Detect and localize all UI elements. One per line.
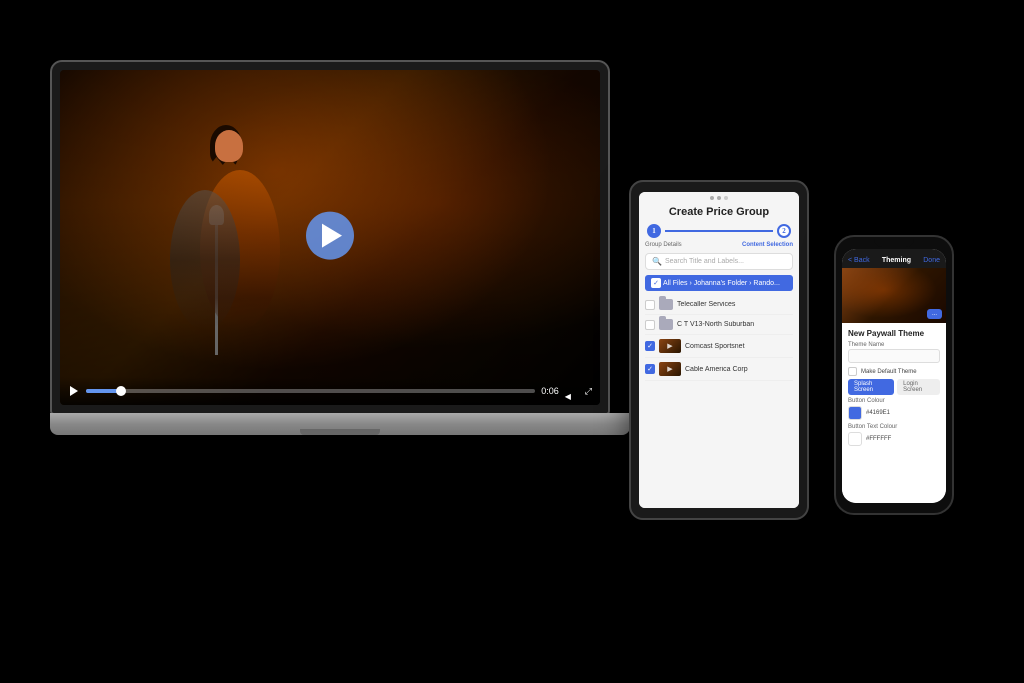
- musician-body: [170, 190, 240, 330]
- folder-icon-1: [659, 319, 673, 330]
- button-text-colour-value: #FFFFFF: [866, 436, 891, 442]
- make-default-group: Make Default Theme: [848, 367, 940, 376]
- phone-notch: [874, 237, 914, 247]
- theme-name-label: Theme Name: [848, 342, 940, 348]
- button-text-colour-label: Button Text Colour: [848, 424, 940, 430]
- done-button[interactable]: Done: [923, 257, 940, 264]
- content-search-bar[interactable]: 🔍 Search Title and Labels...: [645, 253, 793, 270]
- step-2-label: Content Selection: [742, 242, 793, 248]
- tablet-status-dots: [639, 192, 799, 202]
- progress-fill: [86, 389, 122, 393]
- laptop-screen-inner: 0:06 ⤢: [60, 70, 600, 405]
- button-colour-value: #4169E1: [866, 410, 890, 416]
- phone-video-thumbnail: ...: [842, 268, 946, 323]
- step-1-number: 1: [652, 227, 656, 235]
- laptop-device: 0:06 ⤢: [50, 60, 630, 480]
- file-thumb-2: [659, 339, 681, 353]
- step-2-circle: 2: [777, 224, 791, 238]
- laptop-video-background: 0:06 ⤢: [60, 70, 600, 405]
- file-list: Telecaller Services C T V13-North Suburb…: [639, 293, 799, 508]
- button-colour-swatch[interactable]: #4169E1: [848, 406, 940, 420]
- file-name-3: Cable America Corp: [685, 366, 793, 373]
- phone-form: New Paywall Theme Theme Name Make Defaul…: [842, 323, 946, 503]
- file-item-0[interactable]: Telecaller Services: [645, 295, 793, 315]
- button-text-colour-group: Button Text Colour #FFFFFF: [848, 424, 940, 446]
- laptop-base: [50, 413, 630, 435]
- step-2-number: 2: [782, 227, 786, 235]
- breadcrumb-checkmark: ✓: [653, 279, 659, 287]
- search-icon: 🔍: [652, 257, 662, 266]
- file-name-0: Telecaller Services: [677, 301, 793, 308]
- tablet-modal-title: Create Price Group: [639, 202, 799, 220]
- file-checkbox-3[interactable]: [645, 364, 655, 374]
- form-section-title: New Paywall Theme: [848, 329, 940, 338]
- status-dot-1: [710, 196, 714, 200]
- breadcrumb-path: All Files › Johanna's Folder › Rando...: [663, 280, 780, 287]
- play-button[interactable]: [306, 211, 354, 259]
- volume-icon[interactable]: [565, 386, 579, 396]
- file-checkbox-0[interactable]: [645, 300, 655, 310]
- button-text-colour-box[interactable]: [848, 432, 862, 446]
- folder-icon-0: [659, 299, 673, 310]
- file-checkbox-1[interactable]: [645, 320, 655, 330]
- file-item-1[interactable]: C T V13-North Suburban: [645, 315, 793, 335]
- make-default-label: Make Default Theme: [861, 369, 917, 375]
- step-connector: [665, 230, 773, 232]
- phone-screen-title: Theming: [882, 257, 911, 264]
- file-checkbox-2[interactable]: [645, 341, 655, 351]
- file-name-2: Comcast Sportsnet: [685, 343, 793, 350]
- status-dot-2: [717, 196, 721, 200]
- file-thumb-3: [659, 362, 681, 376]
- time-display: 0:06: [541, 386, 559, 396]
- tablet-screen: Create Price Group 1 2 Group Details Con…: [639, 192, 799, 508]
- back-button[interactable]: < Back: [848, 257, 870, 264]
- phone-header: < Back Theming Done: [842, 249, 946, 268]
- step-indicators: 1 2: [639, 220, 799, 242]
- main-scene: 0:06 ⤢ Create Price Group: [0, 0, 1024, 683]
- video-controls-bar: 0:06 ⤢: [60, 377, 600, 405]
- login-screen-tab[interactable]: Login Screen: [897, 379, 940, 395]
- control-play-icon[interactable]: [68, 385, 80, 397]
- theme-name-group: Theme Name: [848, 342, 940, 363]
- splash-screen-tab[interactable]: Splash Screen: [848, 379, 894, 395]
- progress-bar[interactable]: [86, 389, 535, 393]
- make-default-checkbox[interactable]: [848, 367, 857, 376]
- file-breadcrumb[interactable]: ✓ All Files › Johanna's Folder › Rando..…: [645, 275, 793, 291]
- status-dot-3: [724, 196, 728, 200]
- laptop-screen-outer: 0:06 ⤢: [50, 60, 610, 415]
- file-name-1: C T V13-North Suburban: [677, 321, 793, 328]
- file-item-2[interactable]: Comcast Sportsnet: [645, 335, 793, 358]
- fullscreen-icon[interactable]: ⤢: [585, 386, 592, 397]
- button-colour-label: Button Colour: [848, 398, 940, 404]
- screen-type-tabs: Splash Screen Login Screen: [848, 379, 940, 395]
- breadcrumb-checkbox[interactable]: ✓: [651, 278, 661, 288]
- step-1-label: Group Details: [645, 242, 682, 248]
- phone-action-button[interactable]: ...: [927, 309, 942, 319]
- singer-head: [215, 130, 243, 162]
- tablet-frame: Create Price Group 1 2 Group Details Con…: [629, 180, 809, 520]
- phone-screen: < Back Theming Done ... New Paywall Them…: [842, 249, 946, 503]
- button-colour-box[interactable]: [848, 406, 862, 420]
- phone-device: < Back Theming Done ... New Paywall Them…: [834, 235, 954, 515]
- step-1-circle: 1: [647, 224, 661, 238]
- step-labels: Group Details Content Selection: [639, 242, 799, 250]
- button-colour-group: Button Colour #4169E1: [848, 398, 940, 420]
- phone-frame: < Back Theming Done ... New Paywall Them…: [834, 235, 954, 515]
- tablet-device: Create Price Group 1 2 Group Details Con…: [629, 180, 809, 520]
- theme-name-input[interactable]: [848, 349, 940, 363]
- file-item-3[interactable]: Cable America Corp: [645, 358, 793, 381]
- search-placeholder: Search Title and Labels...: [665, 258, 744, 265]
- button-text-colour-swatch[interactable]: #FFFFFF: [848, 432, 940, 446]
